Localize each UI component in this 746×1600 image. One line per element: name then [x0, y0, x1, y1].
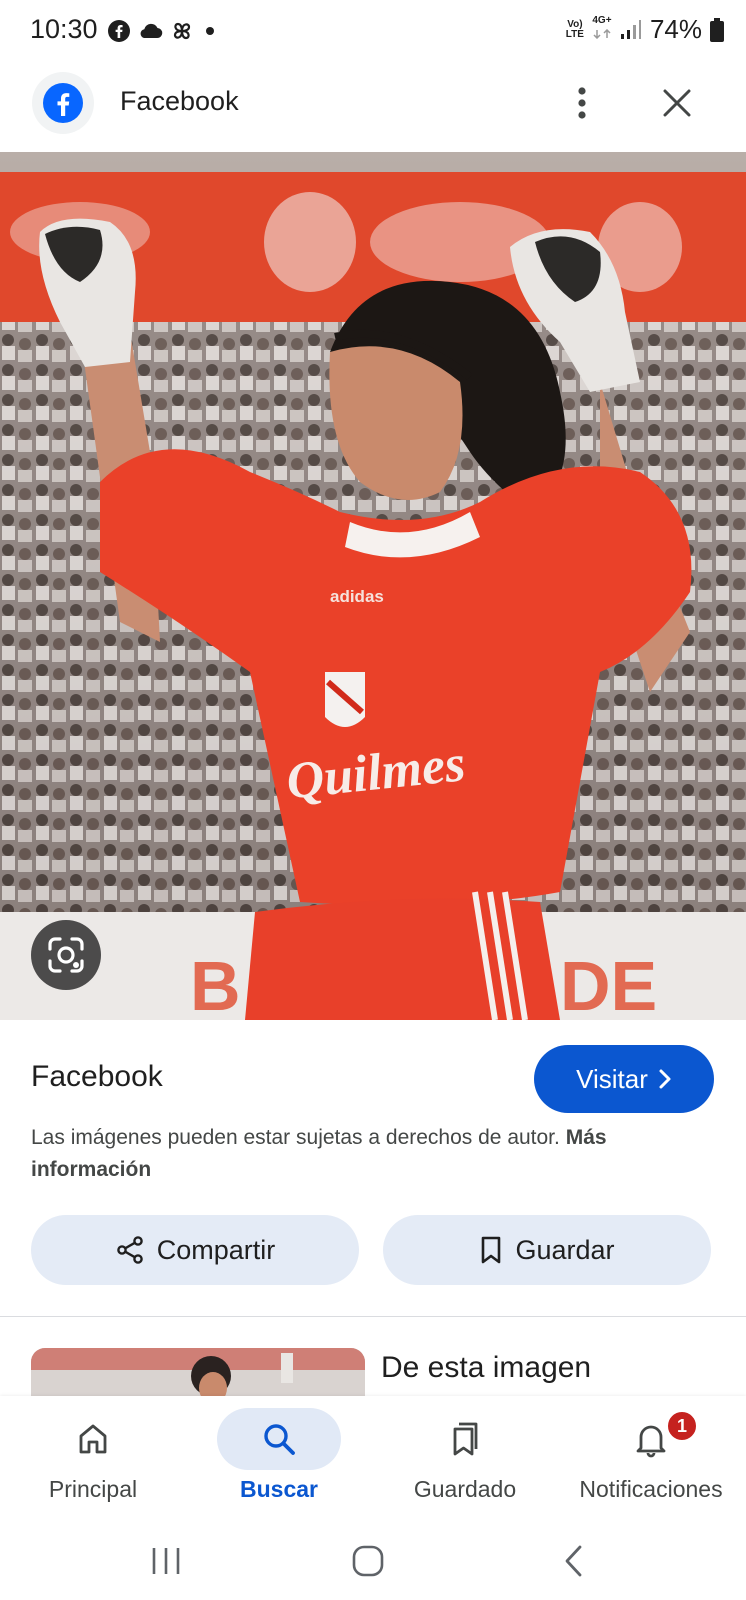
recent-apps-icon [152, 1548, 180, 1574]
search-icon [264, 1424, 295, 1455]
status-notification-icons [107, 18, 219, 44]
status-time: 10:30 [30, 14, 98, 44]
data-arrows-icon [593, 28, 611, 39]
system-navigation-bar [0, 1522, 746, 1600]
recent-apps-button[interactable] [136, 1536, 196, 1586]
result-image[interactable]: B DE adidas Quilmes [0, 152, 746, 1020]
nav-label: Buscar [240, 1476, 318, 1502]
section-divider [0, 1316, 746, 1317]
facebook-icon [108, 20, 130, 42]
svg-text:B: B [190, 947, 241, 1020]
battery-percentage: 74% [649, 14, 702, 44]
facebook-logo-icon [43, 83, 83, 123]
more-options-button[interactable] [560, 78, 604, 128]
copyright-text: Las imágenes pueden estar sujetas a dere… [31, 1126, 560, 1149]
svg-text:DE: DE [560, 947, 657, 1020]
nav-icon-wrap [31, 1408, 155, 1470]
home-icon [79, 1424, 107, 1454]
back-icon [565, 1545, 582, 1577]
close-button[interactable] [652, 78, 702, 128]
nav-label: Principal [48, 1476, 138, 1502]
visit-button[interactable]: Visitar [534, 1045, 714, 1113]
volte-indicator: Vo) LTE [565, 18, 584, 40]
google-lens-icon [48, 937, 84, 973]
more-vertical-icon [578, 87, 586, 119]
nav-item-principal[interactable]: Principal [0, 1396, 186, 1522]
save-button[interactable]: Guardar [383, 1215, 711, 1285]
pinwheel-icon [173, 22, 191, 40]
battery-icon [710, 17, 724, 42]
cloud-icon [140, 23, 163, 39]
home-circle-icon [352, 1545, 384, 1577]
home-button[interactable] [338, 1536, 398, 1586]
site-title: Facebook [120, 86, 239, 116]
bottom-navigation: Principal Buscar Guardado 1 Notificacion… [0, 1396, 746, 1522]
goalkeeper-photo: B DE adidas Quilmes [0, 152, 746, 1020]
nav-icon-wrap [403, 1408, 527, 1470]
status-right: Vo) LTE 4G+ 74% [566, 14, 724, 45]
source-name: Facebook [31, 1060, 163, 1093]
nav-item-buscar[interactable]: Buscar [186, 1396, 372, 1522]
dot-icon [206, 27, 214, 35]
bookmarks-icon [453, 1422, 478, 1456]
top-app-bar: Facebook [0, 64, 746, 148]
share-label: Compartir [156, 1234, 276, 1265]
notification-badge: 1 [666, 1410, 698, 1442]
close-icon [663, 89, 691, 117]
share-icon [116, 1236, 143, 1264]
google-lens-button[interactable] [31, 920, 101, 990]
bookmark-icon [482, 1236, 501, 1264]
network-type-indicator: 4G+ [592, 15, 612, 44]
copyright-notice: Las imágenes pueden estar sujetas a dere… [31, 1122, 721, 1186]
chevron-right-icon [659, 1069, 671, 1089]
site-favicon [32, 72, 94, 134]
status-bar: 10:30 Vo) LTE 4G+ 74% [0, 0, 746, 64]
save-label: Guardar [515, 1234, 615, 1265]
share-button[interactable]: Compartir [31, 1215, 359, 1285]
nav-item-guardado[interactable]: Guardado [372, 1396, 558, 1522]
nav-icon-wrap [217, 1408, 341, 1470]
bell-icon [636, 1425, 666, 1458]
back-button[interactable] [544, 1536, 604, 1586]
signal-icon [620, 19, 641, 39]
brand-text: adidas [330, 587, 384, 606]
nav-label: Notificaciones [579, 1476, 723, 1502]
section-title: De esta imagen [381, 1351, 592, 1384]
visit-label: Visitar [576, 1063, 648, 1094]
nav-label: Guardado [413, 1476, 517, 1502]
nav-item-notificaciones[interactable]: 1 Notificaciones [558, 1396, 744, 1522]
